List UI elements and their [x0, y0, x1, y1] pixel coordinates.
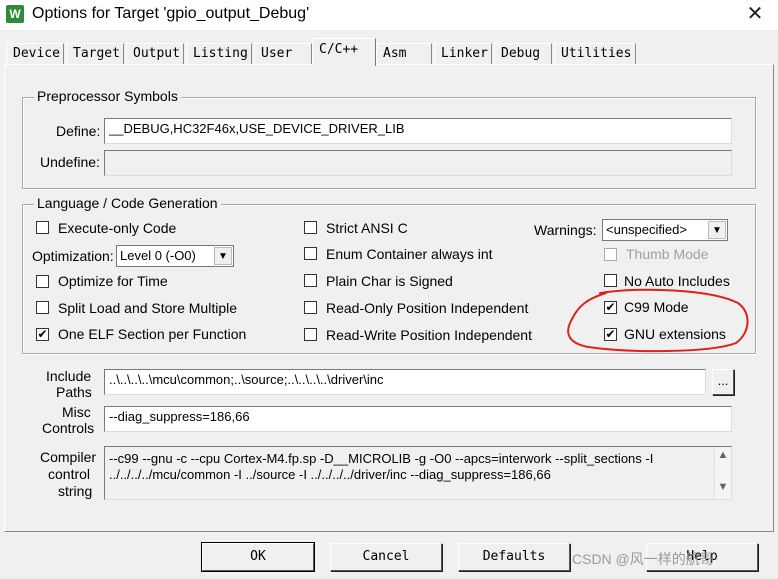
ro-position-checkbox[interactable] [304, 301, 317, 314]
execute-only-label: Execute-only Code [58, 220, 177, 236]
tab-user[interactable]: User [254, 43, 312, 65]
include-label-line1: Include [46, 368, 92, 384]
red-annotation-circle [567, 288, 749, 353]
warnings-select[interactable]: <unspecified> ▼ [602, 219, 728, 241]
compiler-label-line1: Compiler [40, 449, 97, 465]
compiler-label-line2: control [48, 466, 91, 482]
tab-linker[interactable]: Linker [434, 43, 492, 65]
tab-device[interactable]: Device [6, 43, 64, 65]
one-elf-checkbox[interactable]: ✔ [36, 328, 49, 341]
compiler-string-scrollbar[interactable]: ▲ ▼ [714, 447, 731, 499]
tab-c-cpp[interactable]: C/C++ [312, 38, 376, 66]
title-bar: W Options for Target 'gpio_output_Debug'… [0, 0, 778, 30]
chevron-down-icon[interactable]: ▼ [214, 247, 232, 265]
include-paths-input[interactable]: ..\..\..\..\mcu\common;..\source;..\..\.… [104, 369, 706, 395]
close-icon[interactable]: ✕ [740, 1, 770, 27]
tab-listing[interactable]: Listing [186, 43, 252, 65]
keil-app-icon: W [6, 5, 24, 23]
language-group-label: Language / Code Generation [34, 195, 221, 211]
split-load-label: Split Load and Store Multiple [58, 300, 237, 316]
compiler-control-string: --c99 --gnu -c --cpu Cortex-M4.fp.sp -D_… [104, 446, 732, 500]
tab-asm[interactable]: Asm [376, 43, 432, 65]
tab-debug[interactable]: Debug [494, 43, 552, 65]
enum-int-label: Enum Container always int [326, 246, 493, 262]
undefine-label: Undefine: [40, 154, 100, 170]
ok-button[interactable]: OK [201, 542, 315, 572]
browse-include-button[interactable]: ... [712, 369, 734, 395]
defaults-button[interactable]: Defaults [458, 543, 570, 571]
scroll-down-icon[interactable]: ▼ [715, 481, 731, 493]
chevron-down-icon[interactable]: ▼ [708, 221, 726, 239]
misc-label-line2: Controls [42, 420, 95, 436]
compiler-string-line2: ../../../../mcu/common -I ../source -I .… [109, 467, 551, 482]
rw-position-label: Read-Write Position Independent [326, 327, 532, 343]
one-elf-label: One ELF Section per Function [58, 326, 247, 342]
rw-position-checkbox[interactable] [304, 328, 317, 341]
optimize-time-label: Optimize for Time [58, 273, 168, 289]
optimization-value: Level 0 (-O0) [120, 248, 196, 263]
strict-ansi-label: Strict ANSI C [326, 220, 408, 236]
plain-char-label: Plain Char is Signed [326, 273, 453, 289]
strict-ansi-checkbox[interactable] [304, 221, 317, 234]
enum-int-checkbox[interactable] [304, 247, 317, 260]
plain-char-checkbox[interactable] [304, 274, 317, 287]
tab-output[interactable]: Output [126, 43, 184, 65]
tab-target[interactable]: Target [66, 43, 124, 65]
preprocessor-group-label: Preprocessor Symbols [34, 88, 181, 104]
optimization-label: Optimization: [32, 248, 114, 264]
split-load-checkbox[interactable] [36, 301, 49, 314]
execute-only-checkbox[interactable] [36, 221, 49, 234]
ro-position-label: Read-Only Position Independent [326, 300, 529, 316]
scroll-up-icon[interactable]: ▲ [715, 449, 731, 461]
tab-utilities[interactable]: Utilities [554, 43, 636, 65]
watermark: CSDN @风一样的航哥 [572, 551, 714, 567]
compiler-string-line1: --c99 --gnu -c --cpu Cortex-M4.fp.sp -D_… [109, 451, 654, 466]
misc-controls-input[interactable]: --diag_suppress=186,66 [104, 406, 732, 432]
misc-label-line1: Misc [62, 404, 91, 420]
optimize-time-checkbox[interactable] [36, 275, 49, 288]
include-label-line2: Paths [56, 384, 92, 400]
warnings-value: <unspecified> [606, 222, 687, 237]
cancel-button[interactable]: Cancel [330, 543, 442, 571]
define-input[interactable]: __DEBUG,HC32F46x,USE_DEVICE_DRIVER_LIB [104, 118, 732, 144]
optimization-select[interactable]: Level 0 (-O0) ▼ [116, 245, 234, 267]
thumb-mode-label: Thumb Mode [626, 246, 709, 262]
window-title: Options for Target 'gpio_output_Debug' [32, 5, 310, 22]
compiler-label-line3: string [58, 483, 93, 499]
warnings-label: Warnings: [534, 222, 597, 238]
undefine-input[interactable] [104, 150, 732, 176]
define-label: Define: [56, 123, 101, 139]
thumb-mode-checkbox[interactable] [604, 248, 617, 261]
